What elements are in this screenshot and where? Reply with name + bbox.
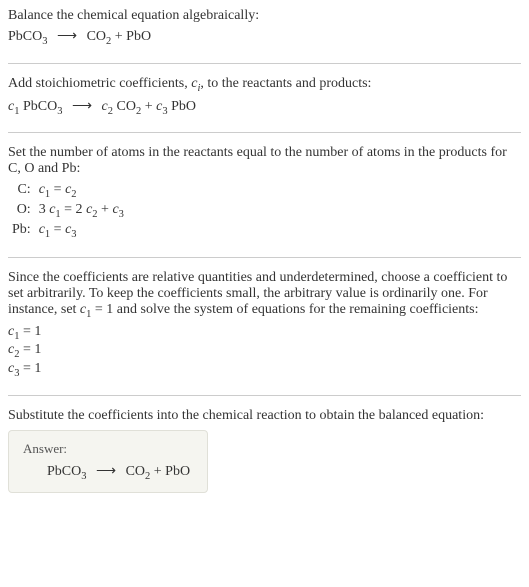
atom-label-c: C: <box>8 181 35 201</box>
coef-c1: c1 = 1 <box>8 324 521 342</box>
section-result: Substitute the coefficients into the che… <box>8 408 521 493</box>
atom-eq-o: 3 c1 = 2 c2 + c3 <box>35 201 128 221</box>
arrow-icon: ⟶ <box>96 463 116 480</box>
product-pbo: PbO <box>126 29 151 44</box>
coefficient-solutions: c1 = 1 c2 = 1 c3 = 1 <box>8 324 521 379</box>
coef-equation: c1 PbCO3 ⟶ c2 CO2 + c3 PbO <box>8 98 521 117</box>
solve-title: Since the coefficients are relative quan… <box>8 270 521 320</box>
section-solve: Since the coefficients are relative quan… <box>8 270 521 379</box>
divider <box>8 257 521 258</box>
section-atom-balance: Set the number of atoms in the reactants… <box>8 145 521 240</box>
product-pbo: PbO <box>165 464 190 479</box>
atom-eq-pb: c1 = c3 <box>35 221 128 241</box>
table-row: O: 3 c1 = 2 c2 + c3 <box>8 201 128 221</box>
section-balance-prompt: Balance the chemical equation algebraica… <box>8 8 521 47</box>
divider <box>8 63 521 64</box>
coef-c3: c3 = 1 <box>8 361 521 379</box>
answer-box: Answer: PbCO3 ⟶ CO2 + PbO <box>8 430 208 493</box>
atom-label-pb: Pb: <box>8 221 35 241</box>
atom-balance-title: Set the number of atoms in the reactants… <box>8 145 521 177</box>
reactant-pbco3: PbCO3 <box>47 464 86 479</box>
balance-title: Balance the chemical equation algebraica… <box>8 8 521 24</box>
atom-equations-table: C: c1 = c2 O: 3 c1 = 2 c2 + c3 Pb: c1 = … <box>8 181 128 240</box>
unbalanced-equation: PbCO3 ⟶ CO2 + PbO <box>8 28 521 47</box>
arrow-icon: ⟶ <box>72 98 92 115</box>
table-row: Pb: c1 = c3 <box>8 221 128 241</box>
result-title: Substitute the coefficients into the che… <box>8 408 521 424</box>
coef-c2: c2 = 1 <box>8 342 521 360</box>
product-co2: CO2 <box>87 29 112 44</box>
plus: + <box>150 464 165 479</box>
divider <box>8 132 521 133</box>
answer-label: Answer: <box>23 441 193 457</box>
add-coef-title: Add stoichiometric coefficients, ci, to … <box>8 76 521 94</box>
plus: + <box>111 29 126 44</box>
atom-label-o: O: <box>8 201 35 221</box>
product-co2: CO2 <box>126 464 151 479</box>
arrow-icon: ⟶ <box>57 28 77 45</box>
section-add-coefficients: Add stoichiometric coefficients, ci, to … <box>8 76 521 117</box>
divider <box>8 395 521 396</box>
balanced-equation: PbCO3 ⟶ CO2 + PbO <box>23 463 193 482</box>
atom-eq-c: c1 = c2 <box>35 181 128 201</box>
table-row: C: c1 = c2 <box>8 181 128 201</box>
reactant-pbco3: PbCO3 <box>8 29 47 44</box>
